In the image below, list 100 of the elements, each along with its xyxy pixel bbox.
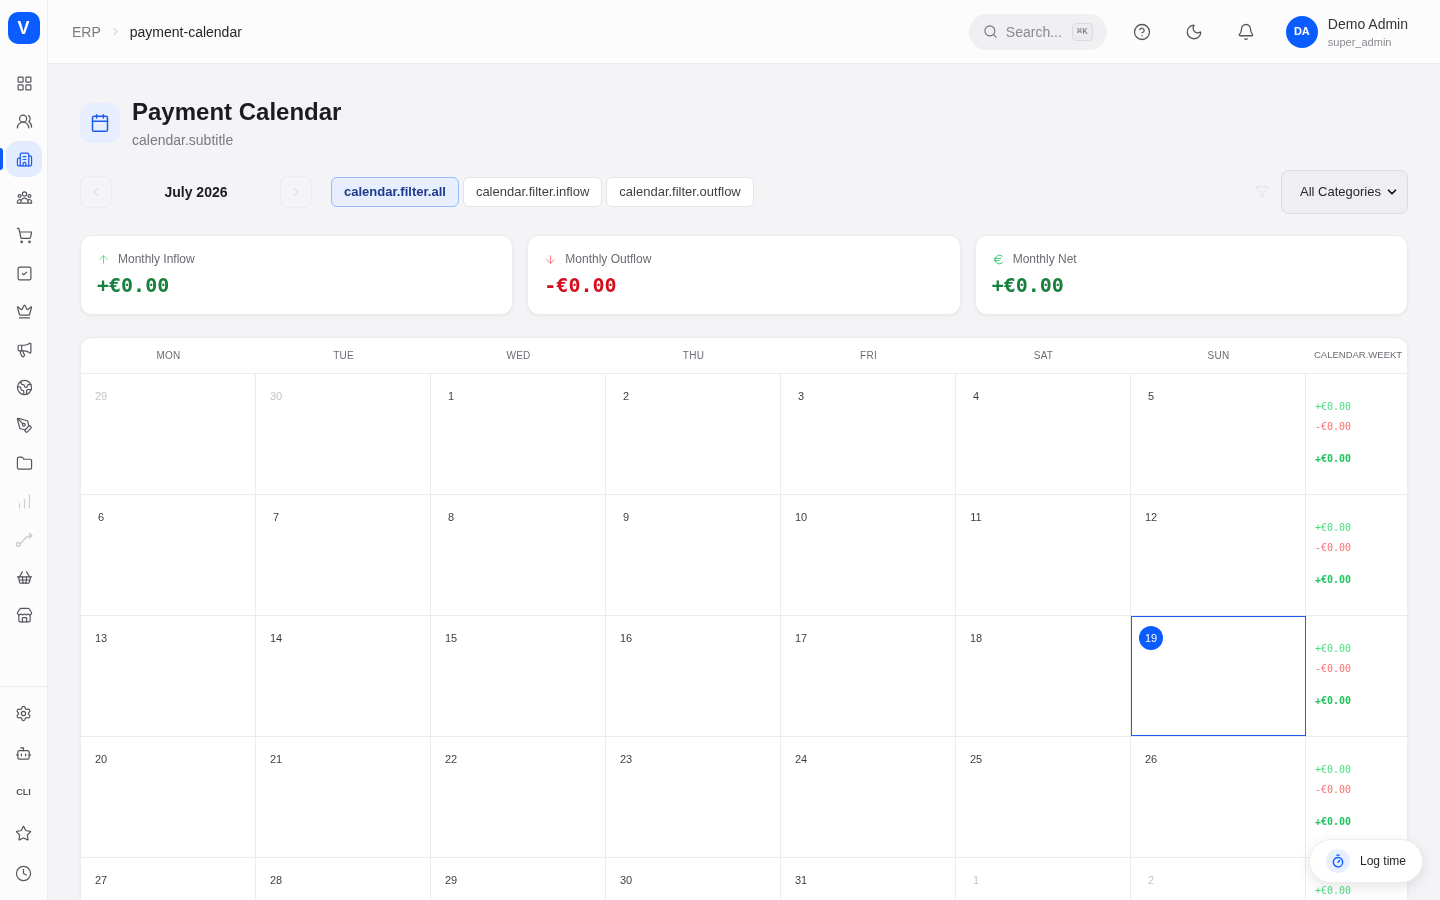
- app-logo[interactable]: V: [7, 12, 40, 44]
- stat-value: +€0.00: [97, 272, 171, 299]
- day-cell[interactable]: 3: [781, 374, 956, 494]
- day-number: 1: [971, 872, 981, 888]
- day-cell[interactable]: 8: [431, 495, 606, 615]
- help-icon: [1132, 22, 1151, 41]
- week-inflow: +€0.00: [1315, 642, 1352, 656]
- day-cell[interactable]: 24: [781, 737, 956, 857]
- user-avatar[interactable]: DA: [1285, 15, 1318, 48]
- week-net: +€0.00: [1315, 815, 1352, 829]
- search-input[interactable]: Search...: [1005, 21, 1064, 42]
- day-number: 18: [968, 630, 984, 646]
- day-cell[interactable]: 26: [1131, 737, 1306, 857]
- day-number: 19: [1139, 626, 1163, 650]
- day-cell[interactable]: 16: [606, 616, 781, 736]
- day-number: 29: [443, 872, 459, 888]
- week-outflow: -€0.00: [1315, 420, 1352, 434]
- stat-value: -€0.00: [544, 272, 618, 299]
- checkbox-icon: [15, 264, 33, 282]
- day-number: 24: [793, 751, 809, 767]
- day-number: 6: [96, 509, 106, 525]
- weekday-header: MON: [156, 349, 181, 363]
- week-inflow: +€0.00: [1315, 884, 1352, 898]
- sidebar-item[interactable]: [6, 141, 42, 177]
- day-cell[interactable]: 2: [606, 374, 781, 494]
- filter-tab[interactable]: calendar.filter.all: [331, 177, 459, 207]
- day-number: 16: [618, 630, 634, 646]
- star-icon: [15, 824, 32, 842]
- day-cell[interactable]: 28: [256, 858, 431, 900]
- day-cell[interactable]: 18: [956, 616, 1131, 736]
- calendar-icon: [80, 103, 120, 143]
- folder-icon: [15, 454, 33, 472]
- day-cell[interactable]: 1: [431, 374, 606, 494]
- day-number: 1: [446, 388, 456, 404]
- category-select[interactable]: All Categories: [1281, 170, 1408, 214]
- basket-icon: [15, 568, 33, 586]
- pen-nib-icon: [15, 416, 33, 434]
- log-time-button[interactable]: Log time: [1308, 839, 1423, 883]
- day-number: 5: [1146, 388, 1156, 404]
- day-cell[interactable]: 5: [1131, 374, 1306, 494]
- day-number: 10: [793, 509, 809, 525]
- day-number: 20: [93, 751, 109, 767]
- storefront-icon: [15, 606, 33, 624]
- day-cell[interactable]: 15: [431, 616, 606, 736]
- search-icon: [982, 24, 998, 39]
- month-label: July 2026: [163, 183, 229, 202]
- user-group-icon: [15, 188, 33, 206]
- day-cell[interactable]: 4: [956, 374, 1131, 494]
- day-number: 4: [971, 388, 981, 404]
- week-net: +€0.00: [1315, 694, 1352, 708]
- day-cell[interactable]: 6: [81, 495, 256, 615]
- day-number: 30: [618, 872, 634, 888]
- day-number: 13: [93, 630, 109, 646]
- filter-tab[interactable]: calendar.filter.outflow: [606, 177, 754, 207]
- cli-button[interactable]: CLI: [5, 775, 42, 811]
- day-cell[interactable]: 7: [256, 495, 431, 615]
- day-cell[interactable]: 21: [256, 737, 431, 857]
- settings-icon: [15, 704, 32, 722]
- curve-arrow-icon: [15, 530, 33, 548]
- day-number: 30: [268, 388, 284, 404]
- day-cell[interactable]: 13: [81, 616, 256, 736]
- day-cell[interactable]: 25: [956, 737, 1131, 857]
- cart-icon: [15, 226, 33, 244]
- moon-icon: [1184, 22, 1203, 41]
- week-outflow: -€0.00: [1315, 541, 1352, 555]
- day-number: 7: [271, 509, 281, 525]
- day-number: 8: [446, 509, 456, 525]
- day-number: 25: [968, 751, 984, 767]
- day-cell[interactable]: 10: [781, 495, 956, 615]
- day-cell[interactable]: 19: [1131, 616, 1306, 736]
- day-cell[interactable]: 22: [431, 737, 606, 857]
- robot-icon: [15, 744, 32, 762]
- day-cell[interactable]: 9: [606, 495, 781, 615]
- day-cell[interactable]: 17: [781, 616, 956, 736]
- weekday-header: SAT: [1033, 349, 1054, 363]
- day-number: 22: [443, 751, 459, 767]
- day-cell[interactable]: 29: [431, 858, 606, 900]
- week-inflow: +€0.00: [1315, 521, 1352, 535]
- building-icon: [15, 150, 33, 168]
- users-icon: [15, 112, 33, 130]
- day-cell[interactable]: 20: [81, 737, 256, 857]
- weekday-header: FRI: [860, 349, 877, 363]
- day-cell[interactable]: 31: [781, 858, 956, 900]
- grid-icon: [15, 74, 33, 92]
- stat-value: +€0.00: [991, 272, 1065, 299]
- filter-tab[interactable]: calendar.filter.inflow: [462, 177, 603, 207]
- day-number: 12: [1143, 509, 1159, 525]
- page-subtitle: calendar.subtitle: [132, 131, 235, 150]
- day-cell[interactable]: 23: [606, 737, 781, 857]
- day-cell[interactable]: 12: [1131, 495, 1306, 615]
- breadcrumb-link[interactable]: ERP: [72, 21, 101, 42]
- day-cell[interactable]: 27: [81, 858, 256, 900]
- day-cell[interactable]: 11: [956, 495, 1131, 615]
- day-cell[interactable]: 30: [606, 858, 781, 900]
- crown-icon: [15, 302, 33, 320]
- weekday-header: SUN: [1207, 349, 1230, 363]
- weekday-header: WED: [506, 349, 531, 363]
- week-outflow: -€0.00: [1315, 662, 1352, 676]
- page-title: Payment Calendar: [132, 97, 342, 127]
- day-cell[interactable]: 14: [256, 616, 431, 736]
